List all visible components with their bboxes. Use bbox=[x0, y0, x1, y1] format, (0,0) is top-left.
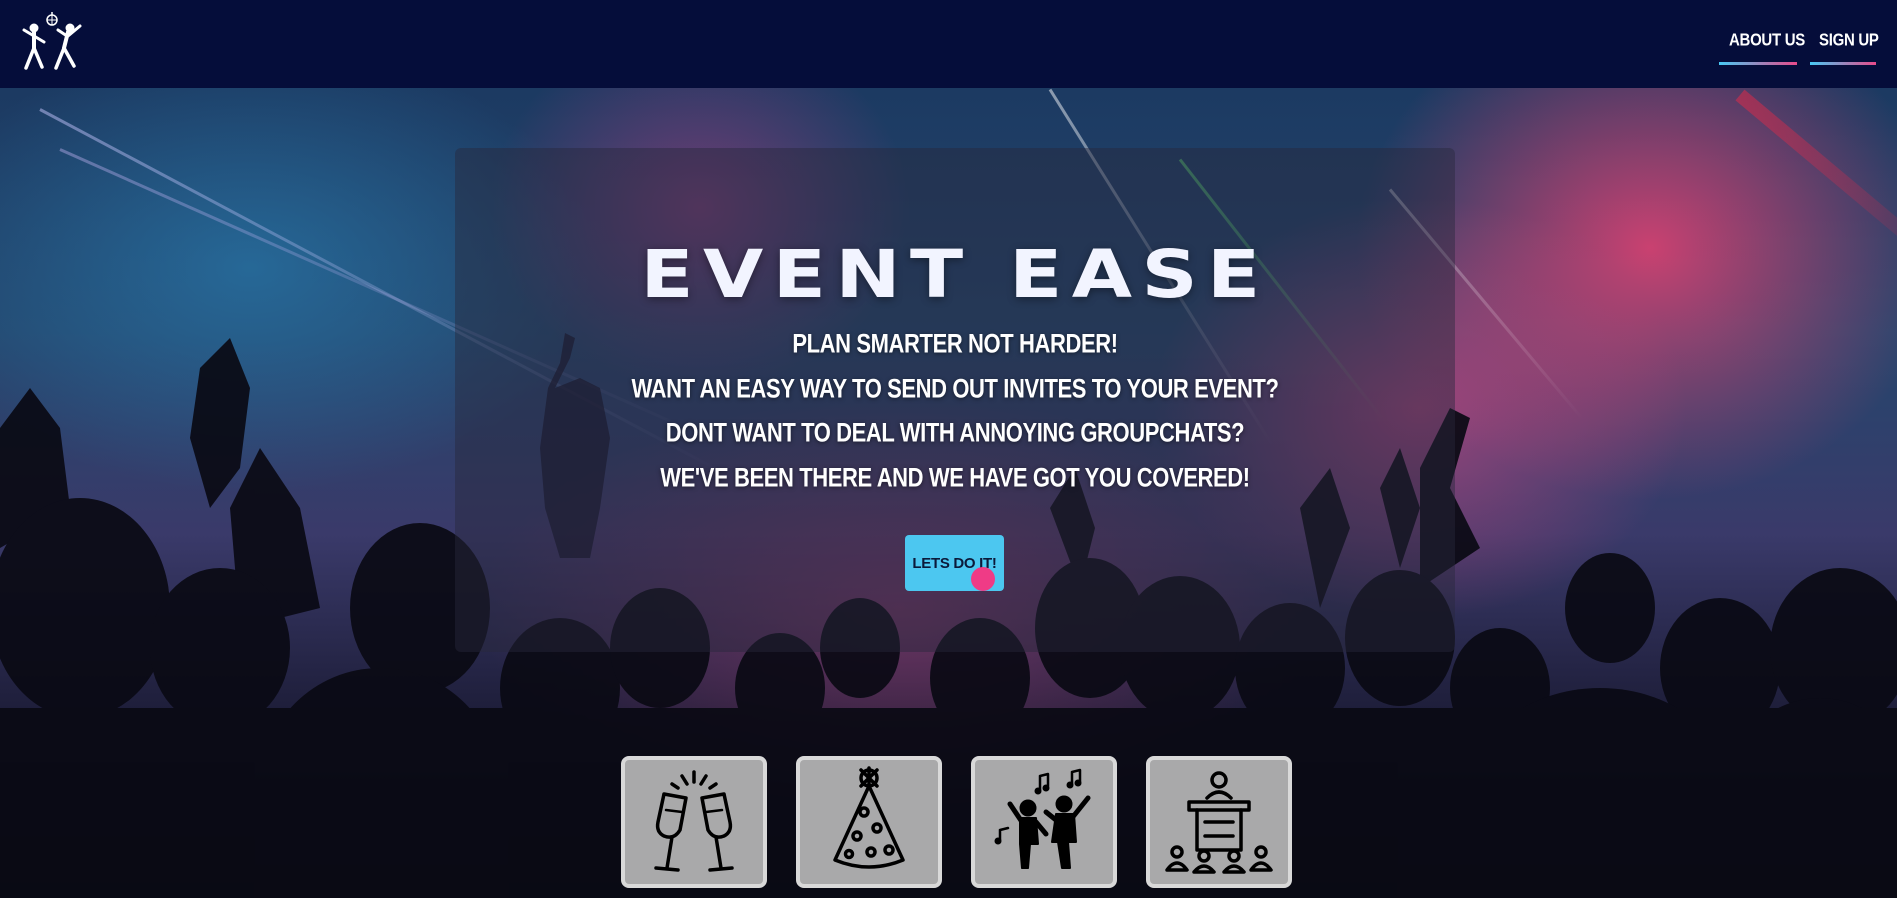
category-tile-conference[interactable] bbox=[1146, 756, 1292, 888]
category-tile-birthday[interactable] bbox=[796, 756, 942, 888]
tagline-4: WE'VE BEEN THERE AND WE HAVE GOT YOU COV… bbox=[660, 462, 1250, 493]
landing-page: ABOUT US SIGN UP EVENT EASE PLAN SMARTER… bbox=[0, 0, 1897, 898]
dancing-people-logo-icon[interactable] bbox=[20, 12, 88, 74]
conference-podium-icon bbox=[1165, 771, 1273, 874]
category-tile-celebration[interactable] bbox=[621, 756, 767, 888]
sign-up-underline bbox=[1810, 62, 1876, 65]
tagline-3: DONT WANT TO DEAL WITH ANNOYING GROUPCHA… bbox=[665, 417, 1245, 448]
category-tile-party[interactable] bbox=[971, 756, 1117, 888]
nav-link-sign-up[interactable]: SIGN UP bbox=[1819, 31, 1879, 51]
top-navbar: ABOUT US SIGN UP bbox=[0, 0, 1897, 88]
hero-card: EVENT EASE PLAN SMARTER NOT HARDER! WANT… bbox=[455, 148, 1455, 652]
party-hat-icon bbox=[833, 766, 905, 869]
brand-title: EVENT EASE bbox=[640, 236, 1270, 313]
tagline-2: WANT AN EASY WAY TO SEND OUT INVITES TO … bbox=[631, 373, 1279, 404]
champagne-toast-icon bbox=[654, 770, 734, 872]
nav-link-about-us[interactable]: ABOUT US bbox=[1729, 31, 1805, 51]
about-us-underline bbox=[1719, 62, 1797, 65]
dancing-people-icon bbox=[994, 768, 1091, 869]
cursor-indicator bbox=[971, 567, 995, 591]
tagline-1: PLAN SMARTER NOT HARDER! bbox=[792, 328, 1118, 359]
